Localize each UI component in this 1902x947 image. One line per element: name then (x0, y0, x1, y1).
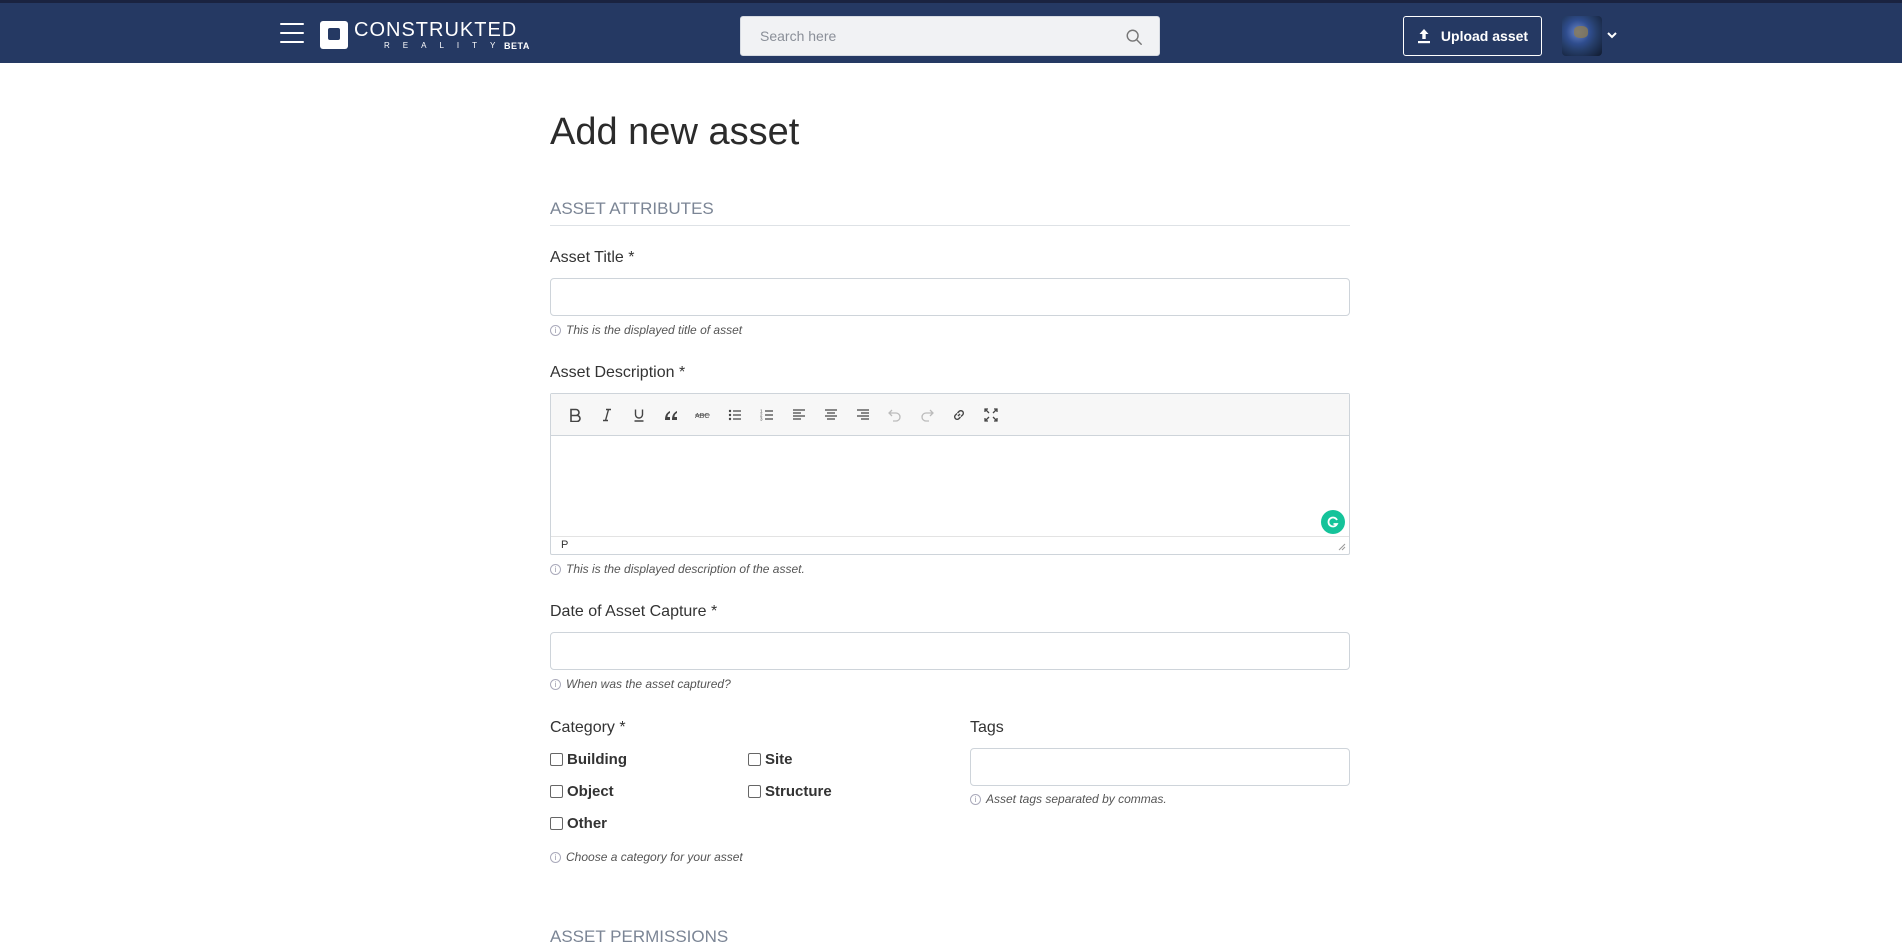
info-icon: i (550, 563, 561, 575)
editor-element-path: P (561, 539, 569, 551)
tags-input[interactable] (970, 748, 1350, 786)
asset-description-label: Asset Description * (550, 364, 686, 381)
asset-title-help-text: This is the displayed title of asset (566, 323, 743, 337)
redo-icon[interactable] (911, 399, 943, 431)
italic-icon[interactable] (591, 399, 623, 431)
svg-text:3: 3 (760, 416, 763, 421)
category-building-checkbox[interactable] (550, 753, 563, 766)
search-input[interactable] (741, 17, 1159, 55)
search-icon[interactable] (1125, 28, 1143, 46)
category-structure-label: Structure (765, 783, 832, 800)
fullscreen-icon[interactable] (975, 399, 1007, 431)
undo-icon[interactable] (879, 399, 911, 431)
category-object[interactable]: Object (550, 783, 614, 800)
bold-icon[interactable] (559, 399, 591, 431)
capture-date-help-text: When was the asset captured? (566, 677, 731, 691)
description-editor: ABC 123 P (550, 393, 1350, 555)
category-building-label: Building (567, 751, 627, 768)
category-help: i Choose a category for your asset (550, 850, 743, 864)
grammarly-icon[interactable] (1321, 510, 1345, 534)
category-object-checkbox[interactable] (550, 785, 563, 798)
category-structure[interactable]: Structure (748, 783, 832, 800)
bullet-list-icon[interactable] (719, 399, 751, 431)
align-center-icon[interactable] (815, 399, 847, 431)
numbered-list-icon[interactable]: 123 (751, 399, 783, 431)
logo-mark-icon (320, 21, 348, 49)
logo-sub-text: REALITY (384, 41, 509, 50)
section-asset-permissions: ASSET PERMISSIONS (550, 927, 729, 946)
upload-icon (1417, 29, 1430, 44)
tags-help-text: Asset tags separated by commas. (986, 792, 1167, 806)
category-other[interactable]: Other (550, 815, 607, 832)
editor-statusbar: P (551, 536, 1349, 554)
category-site-label: Site (765, 751, 793, 768)
menu-icon[interactable] (280, 23, 304, 43)
description-editor-body[interactable] (551, 436, 1349, 536)
asset-title-input[interactable] (550, 278, 1350, 316)
asset-title-label: Asset Title * (550, 249, 635, 266)
category-label: Category * (550, 719, 626, 736)
quote-icon[interactable] (655, 399, 687, 431)
beta-badge: BETA (504, 41, 530, 51)
asset-title-help: i This is the displayed title of asset (550, 323, 742, 337)
upload-asset-label: Upload asset (1440, 28, 1529, 44)
resize-handle-icon[interactable] (1338, 543, 1346, 551)
category-structure-checkbox[interactable] (748, 785, 761, 798)
info-icon: i (970, 793, 981, 805)
asset-description-help: i This is the displayed description of t… (550, 562, 805, 576)
capture-date-label: Date of Asset Capture * (550, 603, 718, 620)
align-right-icon[interactable] (847, 399, 879, 431)
info-icon: i (550, 678, 561, 690)
logo[interactable]: CONSTRUKTED REALITY BETA (320, 19, 529, 51)
link-icon[interactable] (943, 399, 975, 431)
underline-icon[interactable] (623, 399, 655, 431)
info-icon: i (550, 324, 561, 336)
category-building[interactable]: Building (550, 751, 627, 768)
capture-date-help: i When was the asset captured? (550, 677, 731, 691)
upload-asset-button[interactable]: Upload asset (1403, 16, 1542, 56)
editor-toolbar: ABC 123 (551, 394, 1349, 436)
section-asset-attributes: ASSET ATTRIBUTES (550, 199, 1350, 226)
tags-help: i Asset tags separated by commas. (970, 792, 1167, 806)
asset-description-help-text: This is the displayed description of the… (566, 562, 805, 576)
strikethrough-icon[interactable]: ABC (687, 399, 719, 431)
search-box (740, 16, 1160, 56)
category-other-checkbox[interactable] (550, 817, 563, 830)
top-navbar: CONSTRUKTED REALITY BETA Upload asset (0, 0, 1902, 63)
info-icon: i (550, 851, 561, 863)
category-object-label: Object (567, 783, 614, 800)
chevron-down-icon[interactable] (1606, 29, 1618, 41)
svg-text:ABC: ABC (695, 413, 709, 420)
align-left-icon[interactable] (783, 399, 815, 431)
capture-date-input[interactable] (550, 632, 1350, 670)
page-title: Add new asset (550, 111, 800, 153)
logo-main-text: CONSTRUKTED (354, 19, 518, 41)
category-site[interactable]: Site (748, 751, 793, 768)
category-help-text: Choose a category for your asset (566, 850, 743, 864)
avatar[interactable] (1562, 16, 1602, 56)
tags-label: Tags (970, 719, 1004, 736)
category-site-checkbox[interactable] (748, 753, 761, 766)
category-other-label: Other (567, 815, 608, 832)
